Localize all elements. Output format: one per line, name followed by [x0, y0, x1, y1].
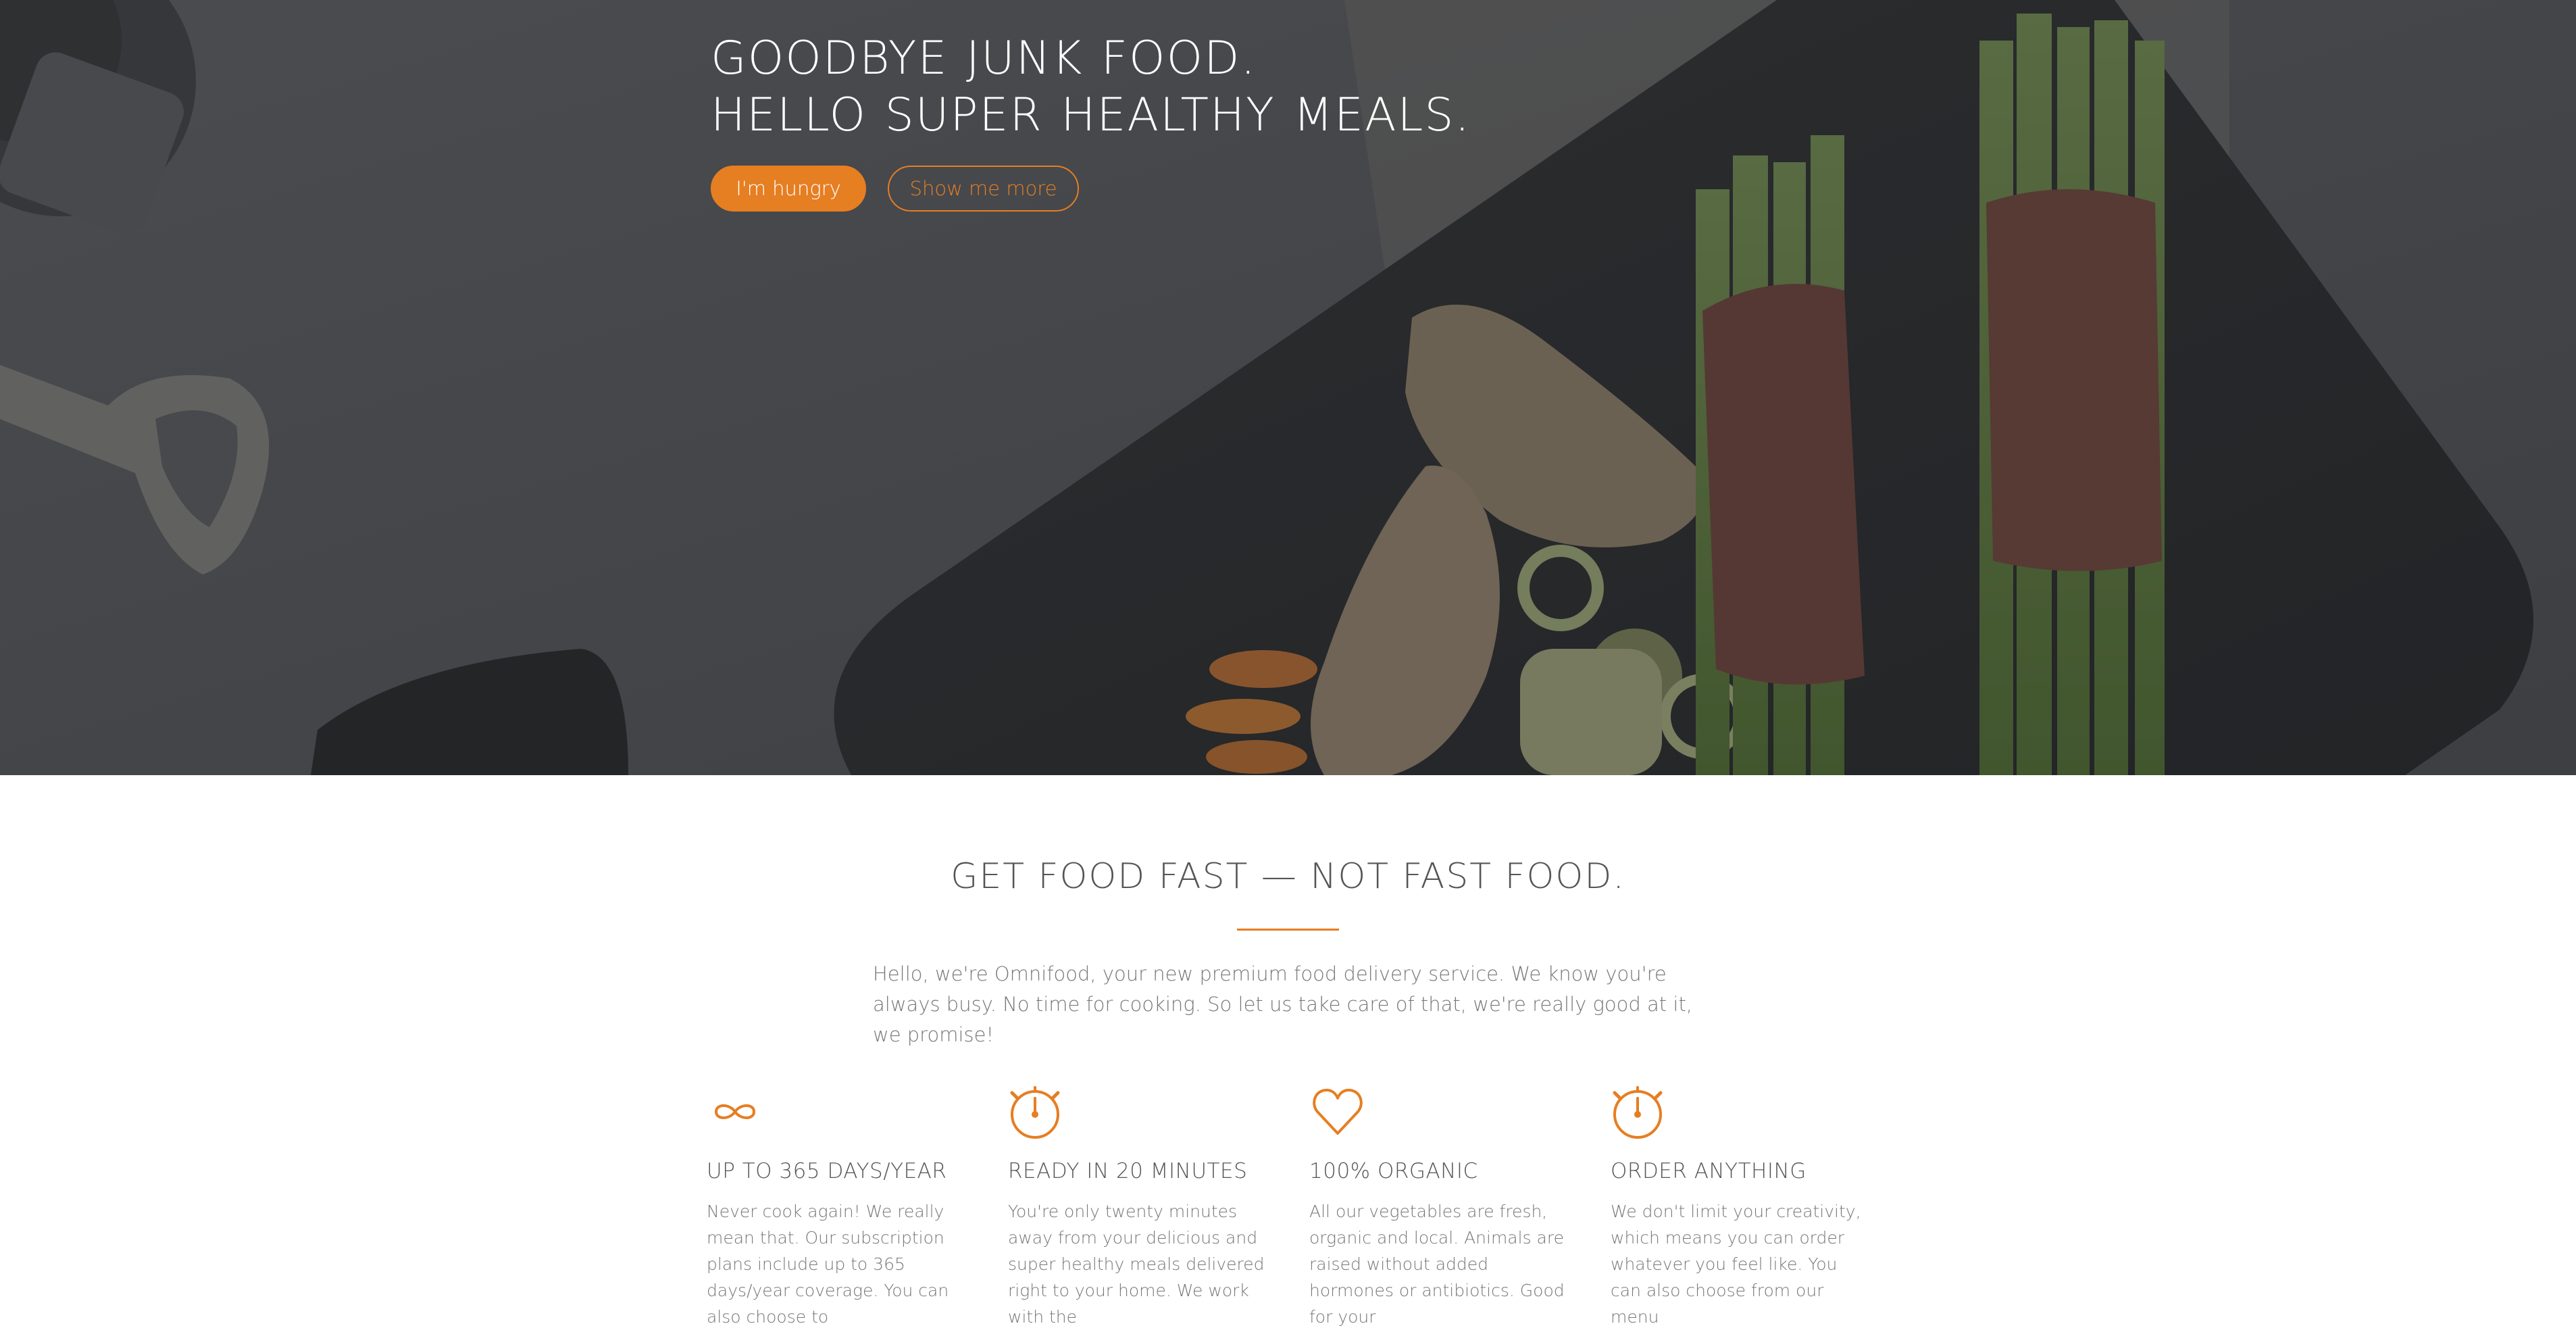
hero-title-line-1: GOODBYE JUNK FOOD. [711, 32, 1257, 85]
feature-box: READY IN 20 MINUTES You're only twenty m… [1008, 1083, 1278, 1330]
hero-title-line-2: HELLO SUPER HEALTHY MEALS. [711, 89, 1471, 142]
feature-text: All our vegetables are fresh, organic an… [1309, 1202, 1565, 1327]
feature-box: UP TO 365 DAYS/YEAR Never cook again! We… [707, 1083, 977, 1330]
infinity-icon [714, 1104, 756, 1119]
features-section: GET FOOD FAST — NOT FAST FOOD. Hello, we… [0, 775, 2576, 1327]
feature-heading: 100% ORGANIC [1309, 1159, 1478, 1183]
stopwatch-icon [1010, 1086, 1060, 1139]
feature-text: We don't limit your creativity, which me… [1611, 1202, 1861, 1327]
feature-text: You're only twenty minutes away from you… [1008, 1202, 1265, 1327]
stopwatch-icon [1613, 1086, 1663, 1139]
show-me-more-button[interactable]: Show me more [888, 166, 1079, 212]
hero-title: GOODBYE JUNK FOOD. HELLO SUPER HEALTHY M… [711, 30, 1657, 144]
feature-heading: UP TO 365 DAYS/YEAR [707, 1159, 947, 1183]
feature-text: Never cook again! We really mean that. O… [707, 1202, 949, 1327]
intro-paragraph: Hello, we're Omnifood, your new premium … [873, 962, 1693, 1046]
im-hungry-button[interactable]: I'm hungry [711, 166, 866, 212]
heart-icon [1313, 1089, 1363, 1135]
feature-heading: ORDER ANYTHING [1611, 1159, 1807, 1183]
hero-section: GOODBYE JUNK FOOD. HELLO SUPER HEALTHY M… [0, 0, 2576, 775]
feature-box: ORDER ANYTHING We don't limit your creat… [1611, 1083, 1881, 1330]
hero-buttons: I'm hungry Show me more [711, 166, 1657, 212]
feature-heading: READY IN 20 MINUTES [1008, 1159, 1248, 1183]
section-title: GET FOOD FAST — NOT FAST FOOD. [951, 856, 1625, 897]
hero-text-box: GOODBYE JUNK FOOD. HELLO SUPER HEALTHY M… [711, 30, 1657, 212]
feature-box: 100% ORGANIC All our vegetables are fres… [1309, 1083, 1580, 1330]
title-underline [1237, 929, 1339, 931]
